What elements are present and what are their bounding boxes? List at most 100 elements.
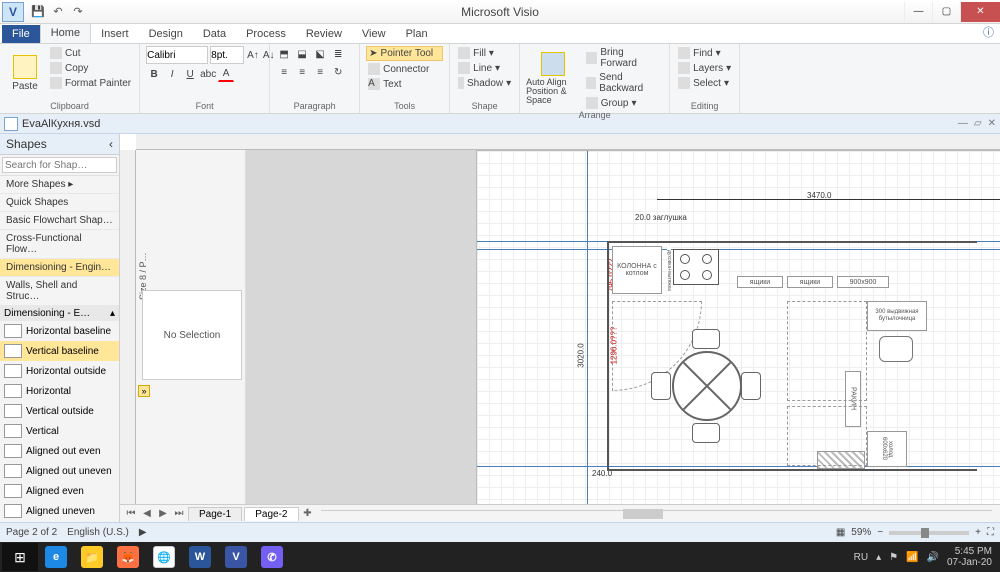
expand-preview-button[interactable]: » (138, 385, 150, 397)
taskbar-viber[interactable]: ✆ (254, 543, 290, 571)
dim-plug[interactable]: 20.0 заглушка (635, 213, 687, 222)
tray-volume-icon[interactable]: 🔊 (927, 552, 939, 563)
find-button[interactable]: Find ▾ (676, 46, 733, 60)
align-mid-icon[interactable]: ⬓ (294, 46, 310, 62)
taskbar-word[interactable]: W (182, 543, 218, 571)
shapes-category[interactable]: Quick Shapes (0, 194, 119, 212)
font-name-input[interactable] (146, 46, 208, 64)
tab-design[interactable]: Design (139, 25, 193, 43)
taskbar-chrome[interactable]: 🌐 (146, 543, 182, 571)
shapes-category[interactable]: Dimensioning - Engin… (0, 259, 119, 277)
sink[interactable] (879, 336, 913, 362)
paste-button[interactable]: Paste (6, 46, 44, 101)
shape-item[interactable]: Aligned out uneven (0, 461, 119, 481)
tab-review[interactable]: Review (296, 25, 352, 43)
underline-icon[interactable]: U (182, 66, 198, 82)
font-color-icon[interactable]: A (218, 66, 234, 82)
shape-item[interactable]: Aligned uneven (0, 501, 119, 521)
zoom-in-button[interactable]: + (975, 527, 981, 538)
cabinet[interactable]: ящики (787, 276, 833, 288)
grow-font-icon[interactable]: A↑ (246, 47, 260, 63)
taskbar-ie[interactable]: e (38, 543, 74, 571)
align-top-icon[interactable]: ⬒ (276, 46, 292, 62)
shape-item[interactable]: Horizontal (0, 381, 119, 401)
close-button[interactable]: ✕ (960, 2, 1000, 22)
connector-button[interactable]: Connector (366, 62, 443, 76)
chevron-up-icon[interactable]: ▴ (110, 308, 115, 319)
page-tab-1[interactable]: Page-1 (188, 507, 242, 521)
start-button[interactable]: ⊞ (2, 543, 38, 571)
mdi-close[interactable]: ✕ (988, 118, 996, 129)
send-backward-button[interactable]: Send Backward (584, 71, 663, 95)
tray-clock[interactable]: 5:45 PM07-Jan-20 (947, 546, 992, 568)
strike-icon[interactable]: abc (200, 66, 216, 82)
drawing-page[interactable]: 3470.0 20.0 заглушка 3020.0 1296.0??? 79… (476, 150, 1000, 504)
mdi-restore[interactable]: ▱ (974, 118, 982, 129)
undo-icon[interactable]: ↶ (50, 4, 66, 20)
new-page-button[interactable]: ✚ (301, 508, 315, 519)
pullout[interactable]: 300 выдвижная бутылочница (867, 301, 927, 331)
tab-process[interactable]: Process (236, 25, 296, 43)
shape-item[interactable]: Vertical outside (0, 401, 119, 421)
redo-icon[interactable]: ↷ (70, 4, 86, 20)
dashed-outline[interactable] (787, 301, 867, 401)
tab-plan[interactable]: Plan (396, 25, 438, 43)
font-size-input[interactable] (210, 46, 244, 64)
group-button[interactable]: Group ▾ (584, 96, 663, 110)
align-left-icon[interactable]: ≡ (276, 64, 292, 80)
macro-icon[interactable]: ▶ (139, 527, 147, 538)
chair[interactable] (651, 372, 671, 400)
bullets-icon[interactable]: ≣ (330, 46, 346, 62)
copy-button[interactable]: Copy (48, 61, 133, 75)
page-tab-2[interactable]: Page-2 (244, 507, 298, 521)
tray-lang[interactable]: RU (854, 552, 868, 563)
tray-up-icon[interactable]: ▴ (876, 552, 881, 563)
layers-button[interactable]: Layers ▾ (676, 61, 733, 75)
chair[interactable] (692, 423, 720, 443)
last-page-button[interactable]: ⏭ (172, 508, 186, 519)
taskbar-visio[interactable]: V (218, 543, 254, 571)
cabinet[interactable]: ящики (737, 276, 783, 288)
stencil-title[interactable]: Dimensioning - E… (4, 308, 90, 319)
align-center-icon[interactable]: ≡ (294, 64, 310, 80)
shape-item[interactable]: Horizontal outside (0, 361, 119, 381)
chevron-left-icon[interactable]: ‹ (109, 137, 113, 151)
tray-network-icon[interactable]: 📶 (906, 552, 918, 563)
shadow-button[interactable]: Shadow ▾ (456, 76, 513, 90)
cooktop[interactable] (673, 249, 719, 285)
fill-button[interactable]: Fill ▾ (456, 46, 513, 60)
view-icon[interactable]: ▦ (836, 527, 845, 538)
tab-data[interactable]: Data (193, 25, 236, 43)
text-tool-button[interactable]: AText (366, 77, 443, 91)
format-painter-button[interactable]: Format Painter (48, 76, 133, 90)
zoom-out-button[interactable]: − (877, 527, 883, 538)
save-icon[interactable]: 💾 (30, 4, 46, 20)
align-right-icon[interactable]: ≡ (312, 64, 328, 80)
shapes-search-input[interactable] (2, 157, 117, 173)
tab-view[interactable]: View (352, 25, 396, 43)
round-table[interactable] (672, 351, 742, 421)
shape-item[interactable]: Vertical baseline (0, 341, 119, 361)
tab-home[interactable]: Home (40, 23, 91, 43)
tab-insert[interactable]: Insert (91, 25, 139, 43)
auto-align-button[interactable]: Auto Align Position & Space (526, 46, 580, 110)
mdi-minimize[interactable]: — (958, 118, 968, 129)
shapes-category[interactable]: Cross-Functional Flow… (0, 230, 119, 259)
align-bot-icon[interactable]: ⬕ (312, 46, 328, 62)
column-box[interactable]: КОЛОННА с котлом (612, 246, 662, 294)
shapes-category[interactable]: Basic Flowchart Shap… (0, 212, 119, 230)
pointer-tool-button[interactable]: ➤Pointer Tool (366, 46, 443, 61)
rotate-text-icon[interactable]: ↻ (330, 64, 346, 80)
hscroll-thumb[interactable] (623, 509, 663, 519)
drawing-canvas[interactable]: 3470.0 20.0 заглушка 3020.0 1296.0??? 79… (246, 150, 1000, 504)
next-page-button[interactable]: ▶ (156, 508, 170, 519)
chair[interactable] (741, 372, 761, 400)
dim-left[interactable]: 3020.0 (577, 343, 586, 367)
bring-forward-button[interactable]: Bring Forward (584, 46, 663, 70)
shape-item[interactable]: Aligned out even (0, 441, 119, 461)
taskbar-explorer[interactable]: 📁 (74, 543, 110, 571)
status-lang[interactable]: English (U.S.) (67, 527, 129, 538)
select-button[interactable]: Select ▾ (676, 76, 733, 90)
cut-button[interactable]: Cut (48, 46, 133, 60)
first-page-button[interactable]: ⏮ (124, 508, 138, 519)
